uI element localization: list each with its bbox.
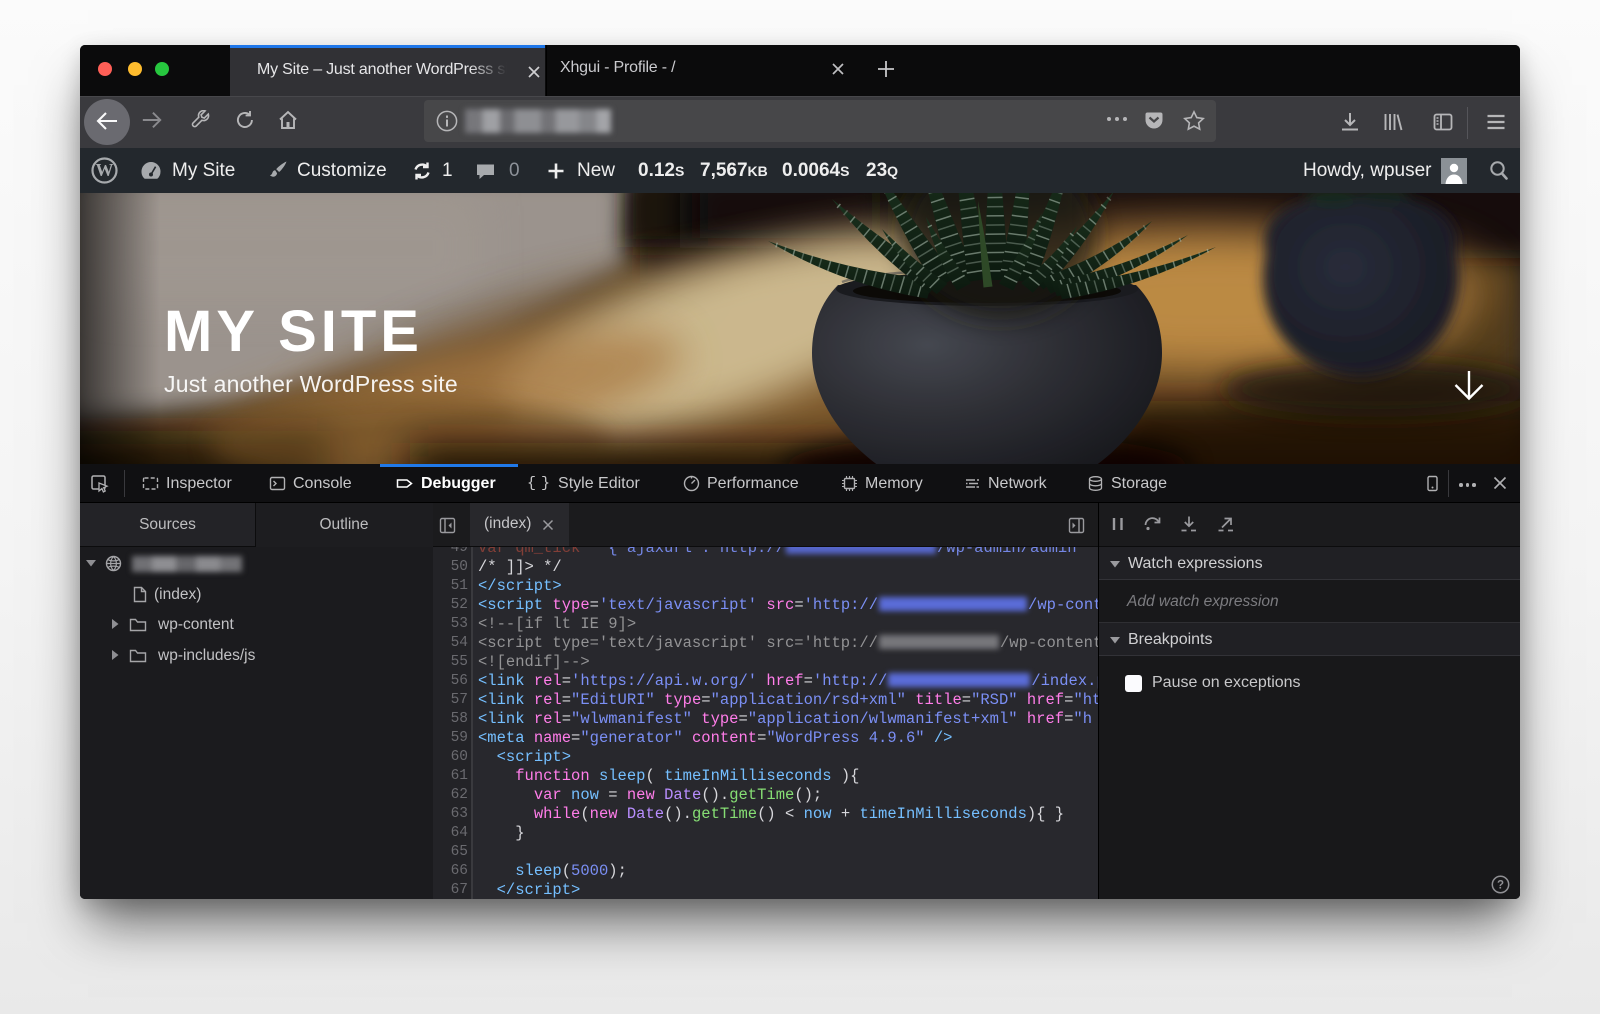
svg-text:W: W [96,160,114,180]
svg-text:?: ? [1497,880,1504,892]
